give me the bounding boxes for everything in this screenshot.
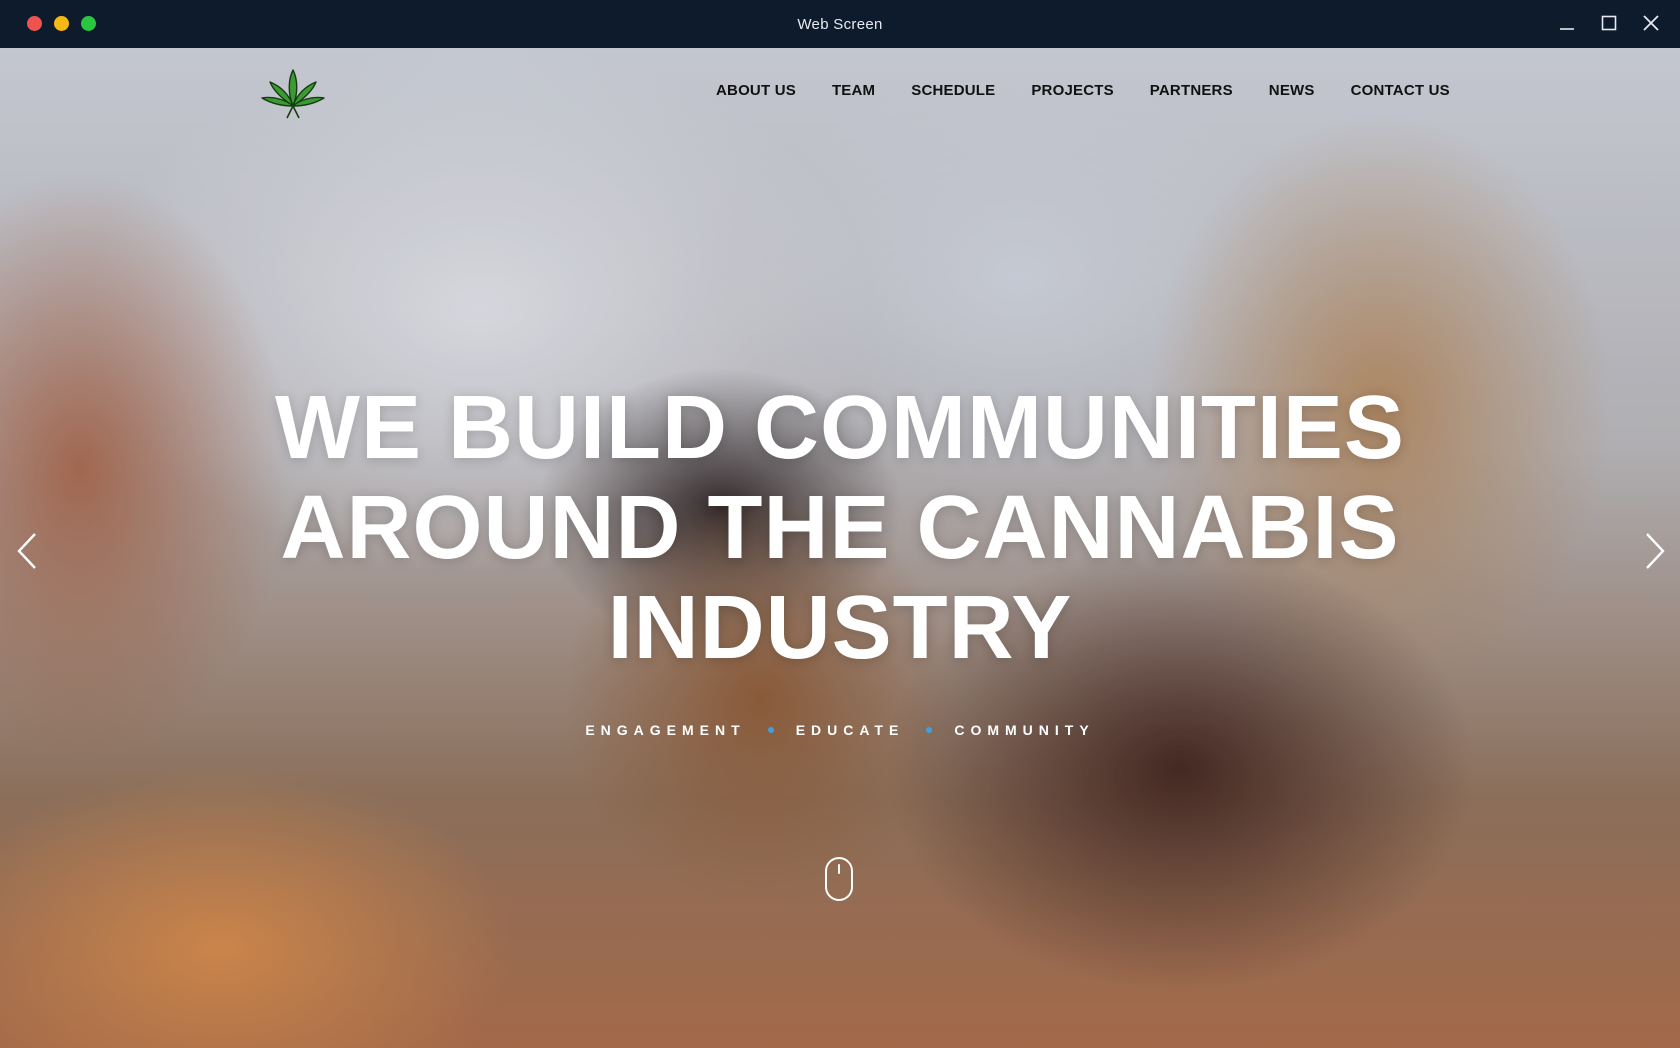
headline-line-3: INDUSTRY bbox=[607, 578, 1073, 678]
nav-about-us[interactable]: ABOUT US bbox=[716, 82, 796, 99]
nav-contact-us[interactable]: CONTACT US bbox=[1351, 82, 1450, 99]
nav-team[interactable]: TEAM bbox=[832, 82, 875, 99]
close-icon[interactable] bbox=[1640, 12, 1662, 34]
zoom-dot-button[interactable] bbox=[81, 16, 96, 31]
hero-headline: WE BUILD COMMUNITIES AROUND THE CANNABIS… bbox=[140, 378, 1540, 678]
cannabis-leaf-icon[interactable] bbox=[258, 66, 328, 120]
nav-news[interactable]: NEWS bbox=[1269, 82, 1315, 99]
site-header: ABOUT US TEAM SCHEDULE PROJECTS PARTNERS… bbox=[0, 48, 1680, 144]
chevron-left-icon[interactable] bbox=[12, 528, 42, 574]
chevron-right-icon[interactable] bbox=[1640, 528, 1670, 574]
traffic-lights bbox=[27, 16, 96, 31]
separator-dot bbox=[767, 727, 774, 733]
nav-partners[interactable]: PARTNERS bbox=[1150, 82, 1233, 99]
window-controls bbox=[1556, 12, 1662, 34]
mouse-scroll-icon[interactable] bbox=[824, 856, 854, 902]
headline-line-2: AROUND THE CANNABIS bbox=[280, 478, 1400, 578]
main-nav: ABOUT US TEAM SCHEDULE PROJECTS PARTNERS… bbox=[716, 82, 1450, 99]
hero-tagline: ENGAGEMENT EDUCATE COMMUNITY bbox=[340, 722, 1340, 738]
maximize-icon[interactable] bbox=[1598, 12, 1620, 34]
headline-line-1: WE BUILD COMMUNITIES bbox=[275, 378, 1405, 478]
nav-schedule[interactable]: SCHEDULE bbox=[911, 82, 995, 99]
nav-projects[interactable]: PROJECTS bbox=[1031, 82, 1113, 99]
close-dot-button[interactable] bbox=[27, 16, 42, 31]
minimize-icon[interactable] bbox=[1556, 12, 1578, 34]
tagline-engagement: ENGAGEMENT bbox=[585, 722, 746, 738]
separator-dot bbox=[926, 727, 933, 733]
tagline-educate: EDUCATE bbox=[795, 722, 905, 738]
window-title: Web Screen bbox=[797, 15, 883, 33]
minimize-dot-button[interactable] bbox=[54, 16, 69, 31]
hero-section: ABOUT US TEAM SCHEDULE PROJECTS PARTNERS… bbox=[0, 48, 1680, 1048]
window-titlebar: Web Screen bbox=[0, 0, 1680, 48]
tagline-community: COMMUNITY bbox=[954, 722, 1095, 738]
